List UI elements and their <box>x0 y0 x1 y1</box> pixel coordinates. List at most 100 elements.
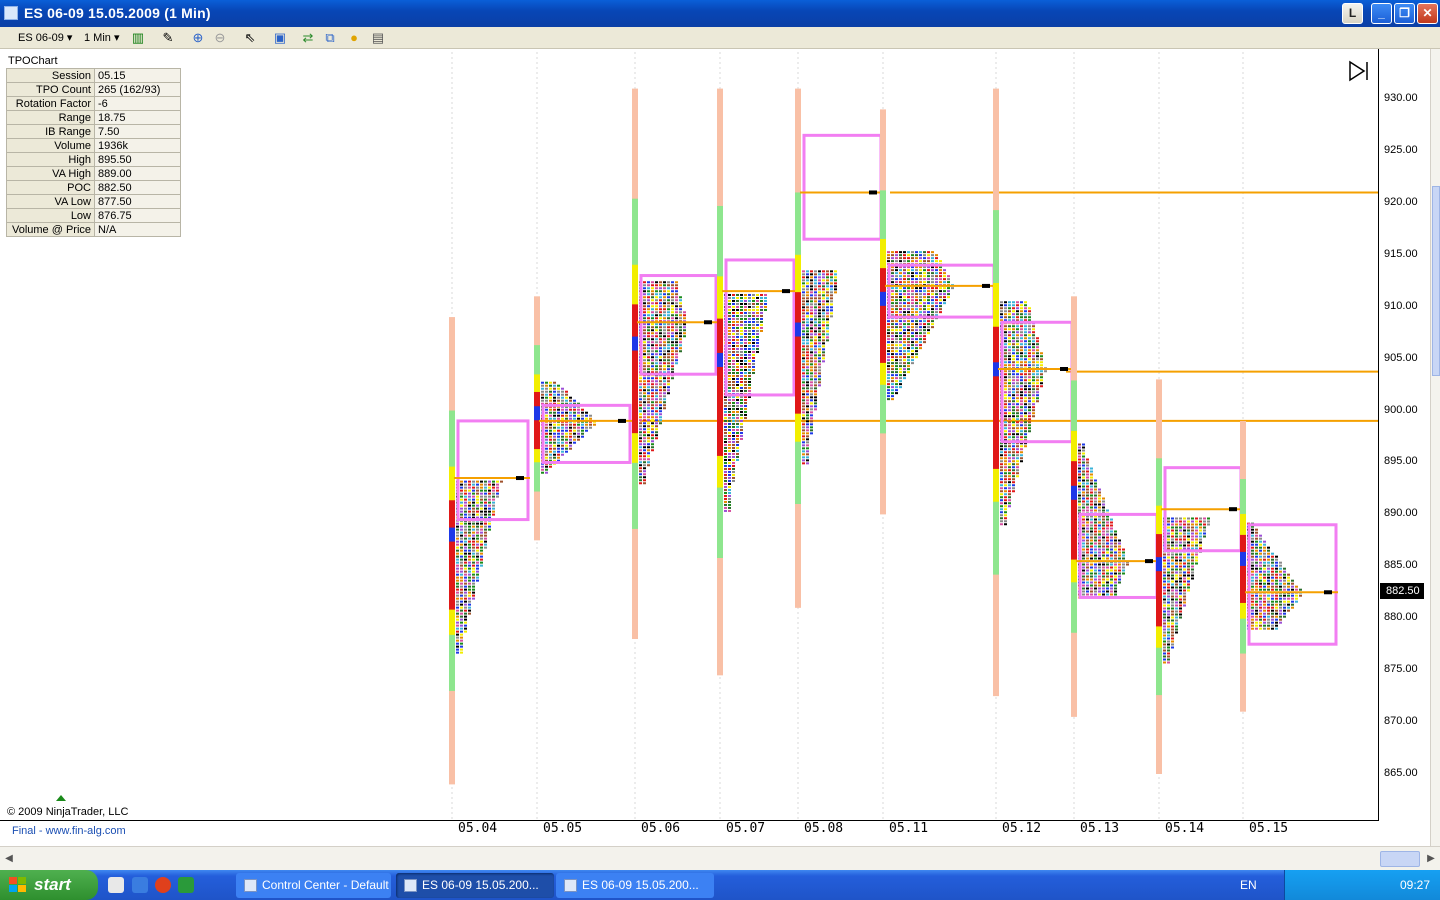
tpo-letter <box>907 347 910 350</box>
tpo-letter <box>671 362 674 365</box>
vertical-scroll-thumb[interactable] <box>1432 186 1440 376</box>
tpo-letter <box>484 495 487 498</box>
tpo-letter <box>1175 628 1178 631</box>
tpo-letter <box>573 399 576 402</box>
tpo-letter <box>1187 526 1190 529</box>
tpo-letter <box>1082 473 1085 476</box>
tpo-letter <box>1082 494 1085 497</box>
task-chart-2[interactable]: ES 06-09 15.05.200... <box>556 873 714 898</box>
tpo-letter <box>927 326 930 329</box>
tpo-letter <box>1175 541 1178 544</box>
tpo-letter <box>1167 562 1170 565</box>
skip-to-end-icon[interactable] <box>1347 59 1371 83</box>
tpo-letter <box>752 314 755 317</box>
tpo-letter <box>1114 530 1117 533</box>
tpo-letter <box>756 335 759 338</box>
tpo-letter <box>736 449 739 452</box>
tpo-letter <box>943 296 946 299</box>
tpo-letter <box>569 447 572 450</box>
tpo-letter <box>1271 564 1274 567</box>
tpo-letter <box>728 458 731 461</box>
task-control-center[interactable]: Control Center - Default <box>236 873 391 898</box>
internet-explorer-icon[interactable] <box>132 877 148 893</box>
tpo-letter <box>1259 537 1262 540</box>
tpo-letter <box>826 309 829 312</box>
clock[interactable]: 09:27 <box>1400 878 1430 892</box>
tpo-letter <box>903 335 906 338</box>
tpo-letter <box>802 318 805 321</box>
start-button[interactable]: start <box>0 870 98 900</box>
tpo-letter <box>1028 331 1031 334</box>
tpo-letter <box>651 404 654 407</box>
scroll-left-icon[interactable]: ◀ <box>2 850 16 868</box>
tpo-letter <box>460 651 463 654</box>
tpo-letter <box>802 444 805 447</box>
tpo-letter <box>915 302 918 305</box>
ninjatrader-quicklaunch-icon[interactable] <box>178 877 194 893</box>
range-bar-open <box>449 527 455 542</box>
tpo-letter <box>1167 634 1170 637</box>
scroll-right-icon[interactable]: ▶ <box>1424 850 1438 868</box>
price-axis[interactable] <box>1378 49 1430 821</box>
tpo-letter <box>1251 576 1254 579</box>
tpo-letter <box>1191 559 1194 562</box>
tpo-letter <box>663 338 666 341</box>
tpo-letter <box>1251 549 1254 552</box>
vertical-scrollbar[interactable] <box>1430 49 1440 846</box>
tpo-letter <box>740 398 743 401</box>
tpo-letter <box>1267 603 1270 606</box>
tpo-letter <box>1028 352 1031 355</box>
tpo-letter <box>476 549 479 552</box>
tpo-letter <box>671 293 674 296</box>
tpo-letter <box>1171 517 1174 520</box>
tpo-letter <box>456 606 459 609</box>
tpo-letter <box>814 312 817 315</box>
tpo-letter <box>744 323 747 326</box>
tpo-letter <box>931 290 934 293</box>
chrome-icon[interactable] <box>155 877 171 893</box>
tpo-letter <box>557 417 560 420</box>
tpo-letter <box>1114 563 1117 566</box>
horizontal-scrollbar[interactable]: ◀ ▶ <box>0 846 1440 870</box>
tpo-letter <box>1090 590 1093 593</box>
tpo-letter <box>1275 597 1278 600</box>
tpo-letter <box>1255 588 1258 591</box>
tpo-letter <box>724 503 727 506</box>
tpo-letter <box>468 567 471 570</box>
tpo-letter <box>1267 600 1270 603</box>
tpo-letter <box>647 299 650 302</box>
tpo-letter <box>814 345 817 348</box>
tpo-letter <box>643 440 646 443</box>
tpo-letter <box>639 398 642 401</box>
tpo-letter <box>1086 509 1089 512</box>
horizontal-scroll-thumb[interactable] <box>1380 851 1420 867</box>
tpo-letter <box>639 389 642 392</box>
tpo-letter <box>549 444 552 447</box>
show-desktop-icon[interactable] <box>108 877 124 893</box>
chart-window-icon <box>404 879 417 892</box>
tpo-letter <box>1102 557 1105 560</box>
tpo-letter <box>810 369 813 372</box>
tpo-letter <box>1122 563 1125 566</box>
tpo-letter <box>488 483 491 486</box>
tpo-letter <box>1004 346 1007 349</box>
tpo-letter <box>1012 388 1015 391</box>
final-link[interactable]: Final - www.fin-alg.com <box>12 825 126 837</box>
tpo-letter <box>1028 382 1031 385</box>
tpo-letter <box>748 308 751 311</box>
tpo-letter <box>1267 573 1270 576</box>
tpo-letter <box>663 281 666 284</box>
language-indicator[interactable]: EN <box>1240 878 1257 892</box>
tpo-letter <box>764 302 767 305</box>
tpo-letter <box>1004 361 1007 364</box>
tpo-letter <box>1012 397 1015 400</box>
tpo-letter <box>647 458 650 461</box>
tpo-letter <box>1167 583 1170 586</box>
tpo-letter <box>728 314 731 317</box>
tpo-letter <box>1263 594 1266 597</box>
tpo-letter <box>1271 624 1274 627</box>
tpo-letter <box>1008 487 1011 490</box>
tpo-letter <box>639 452 642 455</box>
task-chart-1[interactable]: ES 06-09 15.05.200... <box>396 873 554 898</box>
tpo-letter <box>1028 394 1031 397</box>
